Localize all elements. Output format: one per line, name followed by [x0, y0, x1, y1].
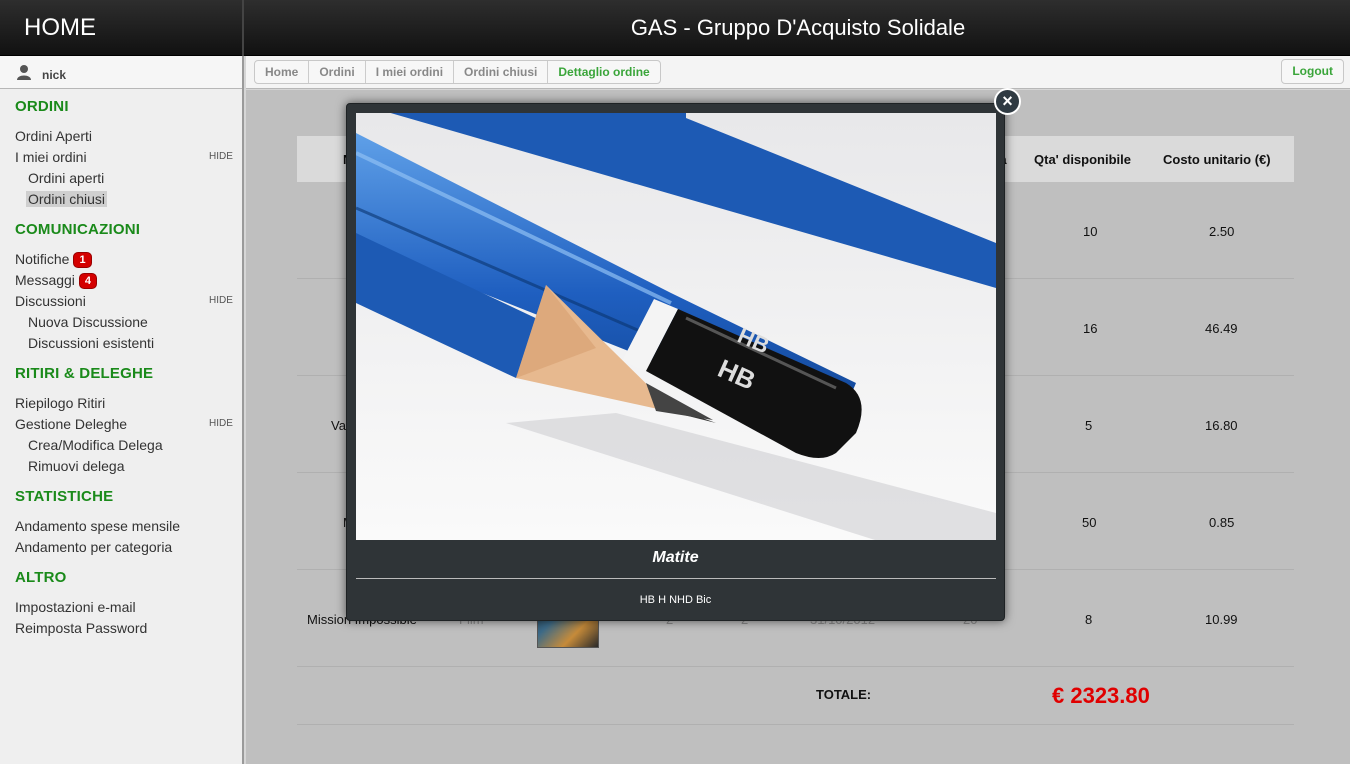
- pencil-illustration: HB HB: [356, 113, 996, 540]
- notifiche-badge: 1: [73, 252, 92, 268]
- nav-impostazioni-email[interactable]: Impostazioni e-mail: [15, 599, 136, 615]
- nav-miei-ordini[interactable]: I miei ordini: [15, 149, 87, 165]
- cell-qta: 50: [1082, 515, 1097, 530]
- nav-gestione-deleghe[interactable]: Gestione Deleghe: [15, 416, 127, 432]
- breadcrumb-bar: Home Ordini I miei ordini Ordini chiusi …: [246, 56, 1350, 89]
- nav-notifiche[interactable]: Notifiche 1: [15, 251, 92, 268]
- crumb-ordini-chiusi[interactable]: Ordini chiusi: [453, 61, 547, 83]
- nav-notifiche-label: Notifiche: [15, 251, 70, 267]
- cell-costo: 16.80: [1205, 418, 1238, 433]
- cell-costo: 2.50: [1209, 224, 1235, 239]
- section-altro: ALTRO: [15, 569, 67, 586]
- user-name: nick: [42, 68, 67, 82]
- user-icon: [17, 65, 31, 80]
- image-lightbox: HB HB Matite HB H NHD Bic: [346, 103, 1005, 621]
- nav-rimuovi-delega[interactable]: Rimuovi delega: [28, 458, 125, 474]
- product-image: HB HB: [356, 113, 996, 540]
- cell-costo: 10.99: [1205, 612, 1238, 627]
- th-qta-disponibile: Qta' disponibile: [1034, 152, 1131, 167]
- th-costo-unitario: Costo unitario (€): [1163, 152, 1271, 167]
- cell-qta: 10: [1083, 224, 1098, 239]
- caption-divider: [356, 578, 996, 579]
- sidebar: nick ORDINI Ordini Aperti I miei ordini …: [0, 56, 244, 764]
- nav-nuova-discussione[interactable]: Nuova Discussione: [28, 314, 148, 330]
- section-ordini: ORDINI: [15, 98, 69, 115]
- section-ritiri: RITIRI & DELEGHE: [15, 365, 154, 382]
- nav-reimposta-password[interactable]: Reimposta Password: [15, 620, 147, 636]
- nav-sub-ordini-aperti[interactable]: Ordini aperti: [28, 170, 104, 186]
- nav-sub-ordini-chiusi[interactable]: Ordini chiusi: [26, 191, 108, 207]
- image-caption: Matite: [652, 549, 699, 566]
- nav-messaggi-label: Messaggi: [15, 272, 75, 288]
- nav-ordini-aperti[interactable]: Ordini Aperti: [15, 128, 92, 144]
- cell-qta: 8: [1085, 612, 1093, 627]
- cell-costo: 0.85: [1209, 515, 1235, 530]
- total-value: € 2323.80: [1052, 683, 1150, 708]
- image-description: HB H NHD Bic: [639, 594, 712, 606]
- home-link[interactable]: HOME: [0, 0, 244, 56]
- nav-riepilogo-ritiri[interactable]: Riepilogo Ritiri: [15, 395, 105, 411]
- hide-toggle-ordini[interactable]: HIDE: [209, 151, 233, 162]
- nav-discussioni-esistenti[interactable]: Discussioni esistenti: [28, 335, 154, 351]
- nav-messaggi[interactable]: Messaggi 4: [15, 272, 98, 289]
- nav-crea-delega[interactable]: Crea/Modifica Delega: [28, 437, 163, 453]
- cell-costo: 46.49: [1205, 321, 1238, 336]
- nav-discussioni[interactable]: Discussioni: [15, 293, 86, 309]
- total-row: TOTALE: € 2323.80: [297, 667, 1294, 725]
- app-title: GAS - Gruppo D'Acquisto Solidale: [630, 15, 966, 40]
- crumb-miei-ordini[interactable]: I miei ordini: [364, 61, 453, 83]
- breadcrumb: Home Ordini I miei ordini Ordini chiusi …: [254, 60, 661, 84]
- nav-andamento-categoria[interactable]: Andamento per categoria: [15, 539, 172, 555]
- close-icon[interactable]: ×: [994, 88, 1021, 115]
- nav-andamento-mensile[interactable]: Andamento spese mensile: [15, 518, 180, 534]
- total-label: TOTALE:: [816, 687, 872, 702]
- section-statistiche: STATISTICHE: [15, 488, 114, 505]
- messaggi-badge: 4: [78, 273, 98, 289]
- cell-qta: 5: [1085, 418, 1093, 433]
- crumb-home[interactable]: Home: [255, 61, 308, 83]
- crumb-dettaglio-ordine[interactable]: Dettaglio ordine: [547, 61, 659, 83]
- crumb-ordini[interactable]: Ordini: [308, 61, 364, 83]
- user-row: nick: [0, 56, 242, 89]
- top-header: HOME GAS - Gruppo D'Acquisto Solidale: [0, 0, 1350, 56]
- hide-toggle-discussioni[interactable]: HIDE: [209, 295, 233, 306]
- hide-toggle-deleghe[interactable]: HIDE: [209, 418, 233, 429]
- cell-qta: 16: [1083, 321, 1098, 336]
- logout-button[interactable]: Logout: [1281, 59, 1344, 84]
- section-comunicazioni: COMUNICAZIONI: [15, 221, 141, 238]
